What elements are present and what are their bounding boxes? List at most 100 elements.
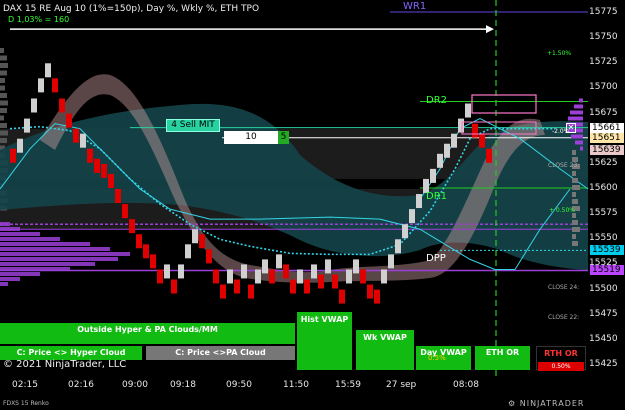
- renko-down-brick: [367, 284, 373, 299]
- dpp-label: DPP: [426, 253, 446, 264]
- chart-title: DAX 15 RE Aug 10 (1%=150p), Day %, Wkly …: [3, 4, 260, 14]
- renko-up-brick: [437, 153, 443, 168]
- price-tick-label: 15775: [589, 7, 618, 17]
- price-pa-cloud-button[interactable]: C: Price <>PA Cloud: [146, 346, 295, 360]
- tpo-profile-bar: [0, 100, 8, 106]
- renko-down-brick: [304, 279, 310, 294]
- price-marker-tag: 15539: [590, 245, 624, 256]
- renko-down-brick: [332, 274, 338, 289]
- renko-down-brick: [59, 98, 65, 113]
- renko-up-brick: [353, 259, 359, 274]
- price-tick-label: 15550: [589, 233, 618, 244]
- renko-down-brick: [136, 234, 142, 249]
- renko-up-brick: [185, 244, 191, 259]
- close-24-label: CLOSE 24:: [548, 284, 580, 291]
- price-tick-label: 15600: [589, 183, 618, 193]
- eth-tpo-bar: [0, 252, 130, 256]
- renko-down-brick: [129, 219, 135, 234]
- right-volume-bar: [572, 192, 576, 197]
- logo-mark-icon: ⚙: [508, 399, 517, 408]
- eth-tpo-bar: [0, 257, 118, 261]
- time-tick-label: 02:15: [12, 380, 38, 390]
- dr1-label: DR1: [426, 191, 448, 202]
- time-tick-label: 27 sep: [386, 380, 417, 390]
- renko-up-brick: [164, 264, 170, 279]
- renko-up-brick: [262, 259, 268, 274]
- rth-or-value: 0.50%: [538, 362, 584, 371]
- renko-down-brick: [10, 148, 16, 163]
- right-volume-bar: [572, 234, 576, 239]
- price-tick-label: 15425: [589, 359, 618, 369]
- renko-up-brick: [409, 209, 415, 224]
- wk-vwap-button[interactable]: Wk VWAP: [356, 330, 414, 370]
- renko-up-brick: [416, 194, 422, 209]
- renko-down-brick: [283, 264, 289, 279]
- tpo-profile-bar: [0, 108, 7, 113]
- close-23-label: CLOSE 23:: [548, 162, 580, 169]
- outside-hyper-panel[interactable]: Outside Hyper & PA Clouds/MM: [0, 323, 295, 344]
- renko-down-brick: [87, 148, 93, 163]
- time-tick-label: 08:08: [453, 380, 479, 390]
- time-tick-label: 09:00: [122, 380, 148, 390]
- opening-range-box: [471, 94, 537, 114]
- renko-up-brick: [325, 259, 331, 274]
- renko-up-brick: [402, 224, 408, 239]
- order-count[interactable]: 5: [278, 131, 289, 144]
- eth-tpo-bar: [0, 237, 60, 241]
- eth-tpo-bar: [0, 282, 8, 286]
- renko-down-brick: [150, 254, 156, 269]
- renko-up-brick: [451, 133, 457, 148]
- price-marker-tag: 15651: [590, 132, 624, 143]
- renko-up-brick: [241, 264, 247, 279]
- hist-vwap-button[interactable]: Hist VWAP: [297, 312, 352, 370]
- eth-tpo-bar: [0, 232, 40, 236]
- renko-down-brick: [66, 113, 72, 128]
- eth-or-button[interactable]: ETH OR: [475, 346, 530, 370]
- renko-up-brick: [17, 138, 23, 153]
- copyright: © 2021 NinjaTrader, LLC: [3, 359, 127, 370]
- close-order-icon[interactable]: ✕: [566, 123, 576, 133]
- renko-down-brick: [122, 204, 128, 219]
- close-22-label: CLOSE 22:: [548, 314, 580, 321]
- sell-mit-order[interactable]: 4 Sell MIT: [166, 119, 220, 132]
- renko-up-brick: [346, 269, 352, 284]
- renko-up-brick: [38, 78, 44, 93]
- price-marker-tag: 15519: [590, 265, 624, 276]
- chart-window: DAX 15 RE Aug 10 (1%=150p), Day %, Wkly …: [0, 0, 625, 410]
- price-hyper-cloud-button[interactable]: C: Price <> Hyper Cloud: [0, 346, 142, 360]
- right-tpo-bar: [574, 104, 583, 109]
- renko-up-brick: [297, 269, 303, 284]
- right-volume-bar: [572, 199, 578, 204]
- right-volume-bar: [572, 241, 578, 246]
- price-marker-tag: 15661: [590, 122, 624, 133]
- tpo-profile-bar: [0, 85, 5, 91]
- renko-down-brick: [115, 189, 121, 203]
- renko-down-brick: [157, 269, 163, 284]
- renko-down-brick: [486, 148, 492, 163]
- price-tick-label: 15625: [589, 157, 618, 168]
- renko-down-brick: [479, 133, 485, 148]
- renko-down-brick: [339, 289, 345, 304]
- right-tpo-bar: [575, 140, 583, 145]
- ninjatrader-logo: ⚙ NINJATRADER: [508, 399, 585, 408]
- price-marker-tag: 15639: [590, 144, 624, 155]
- renko-down-brick: [108, 173, 114, 188]
- right-volume-bar: [572, 150, 576, 155]
- tpo-profile-bar: [0, 123, 7, 128]
- renko-up-brick: [24, 118, 30, 133]
- price-tick-label: 15675: [589, 107, 618, 118]
- eth-tpo-bar: [0, 277, 20, 281]
- renko-down-brick: [374, 289, 380, 304]
- right-tpo-bar: [571, 134, 583, 139]
- price-tick-label: 15725: [589, 57, 618, 68]
- tpo-profile-bar: [0, 48, 4, 53]
- pct-mid-label: + 0.50%: [549, 207, 575, 214]
- renko-down-brick: [360, 269, 366, 284]
- order-quantity[interactable]: 10: [224, 131, 278, 144]
- right-volume-bar: [572, 178, 578, 183]
- price-tick-label: 15475: [589, 308, 618, 319]
- time-tick-label: 11:50: [283, 380, 309, 390]
- price-tick-label: 15750: [589, 32, 618, 43]
- tpo-profile-bar: [0, 138, 7, 143]
- price-tick-label: 15700: [589, 82, 618, 93]
